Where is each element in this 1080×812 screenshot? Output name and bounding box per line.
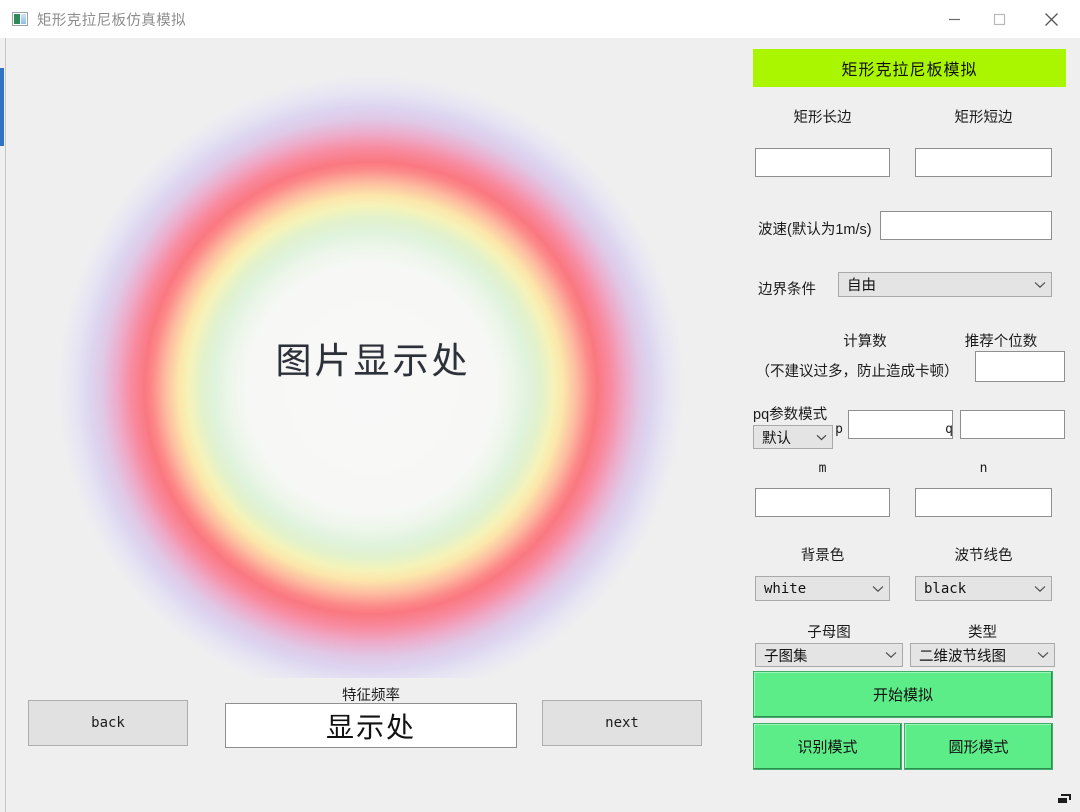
maximize-button[interactable] (977, 0, 1022, 38)
chevron-down-icon (810, 434, 832, 441)
frequency-label: 特征频率 (342, 688, 400, 704)
node-color-value: black (924, 580, 967, 597)
calc-count-hint: （不建议过多，防止造成卡顿） (755, 364, 959, 380)
plot-type-select[interactable]: 二维波节线图 (910, 643, 1055, 667)
pq-mode-select[interactable]: 默认 (753, 425, 833, 449)
image-display-area: 图片显示处 (6, 38, 740, 678)
title-bar: 矩形克拉尼板仿真模拟 (0, 0, 1080, 39)
plot-type-label: 类型 (968, 625, 997, 641)
back-button[interactable]: back (28, 700, 188, 746)
short-side-label: 矩形短边 (954, 110, 1013, 126)
start-simulation-button[interactable]: 开始模拟 (753, 671, 1053, 718)
subplot-label: 子母图 (807, 625, 851, 641)
m-label: m (818, 461, 827, 476)
background-color-select[interactable]: white (755, 576, 890, 601)
resize-grip-icon[interactable] (1053, 788, 1077, 810)
next-button[interactable]: next (542, 700, 702, 746)
boundary-condition-select[interactable]: 自由 (838, 272, 1052, 297)
close-button[interactable] (1022, 0, 1080, 38)
plot-type-value: 二维波节线图 (919, 648, 1006, 665)
window-title: 矩形克拉尼板仿真模拟 (37, 12, 186, 29)
chevron-down-icon (1032, 651, 1054, 659)
subplot-select[interactable]: 子图集 (755, 643, 903, 667)
panel-banner: 矩形克拉尼板模拟 (753, 49, 1066, 87)
n-label: n (979, 461, 988, 476)
maximize-icon (993, 13, 1006, 25)
scrollbar-thumb[interactable] (0, 68, 4, 146)
n-input[interactable] (915, 488, 1052, 517)
recognize-mode-button[interactable]: 识别模式 (753, 723, 902, 770)
p-label: p (835, 422, 843, 437)
close-icon (1044, 12, 1058, 26)
chevron-down-icon (880, 651, 902, 659)
circle-mode-button[interactable]: 圆形模式 (904, 723, 1053, 770)
boundary-condition-value: 自由 (847, 278, 876, 294)
chevron-down-icon (1029, 585, 1051, 593)
minimize-button[interactable] (932, 0, 977, 38)
pq-mode-value: 默认 (762, 430, 791, 447)
chevron-down-icon (867, 585, 889, 593)
q-label: q (945, 422, 953, 437)
app-window-icon (12, 12, 28, 26)
image-placeholder-text: 图片显示处 (275, 341, 471, 382)
recommend-digits-input[interactable] (975, 351, 1065, 382)
q-input[interactable] (960, 410, 1065, 439)
m-input[interactable] (755, 488, 890, 517)
long-side-label: 矩形长边 (793, 110, 852, 126)
app-window: 矩形克拉尼板仿真模拟 图片显示处 back 特征频率 显示处 next 矩形克拉… (0, 0, 1080, 812)
bottom-controls: back 特征频率 显示处 next (6, 678, 740, 812)
chevron-down-icon (1029, 281, 1051, 289)
node-color-select[interactable]: black (915, 576, 1052, 601)
control-panel: 矩形克拉尼板模拟 矩形长边 矩形短边 波速(默认为1m/s) 边界条件 自由 计… (740, 38, 1080, 812)
p-input[interactable] (848, 410, 953, 439)
wave-speed-input[interactable] (880, 211, 1052, 240)
frequency-display: 显示处 (225, 703, 517, 748)
recommend-digits-label: 推荐个位数 (964, 334, 1038, 350)
short-side-input[interactable] (915, 148, 1052, 177)
background-color-value: white (764, 580, 807, 597)
background-color-label: 背景色 (800, 548, 845, 564)
long-side-input[interactable] (755, 148, 890, 177)
minimize-icon (949, 18, 960, 20)
window-controls (932, 0, 1080, 38)
subplot-value: 子图集 (764, 648, 808, 665)
calc-count-label: 计算数 (843, 334, 887, 350)
node-color-label: 波节线色 (954, 548, 1013, 564)
